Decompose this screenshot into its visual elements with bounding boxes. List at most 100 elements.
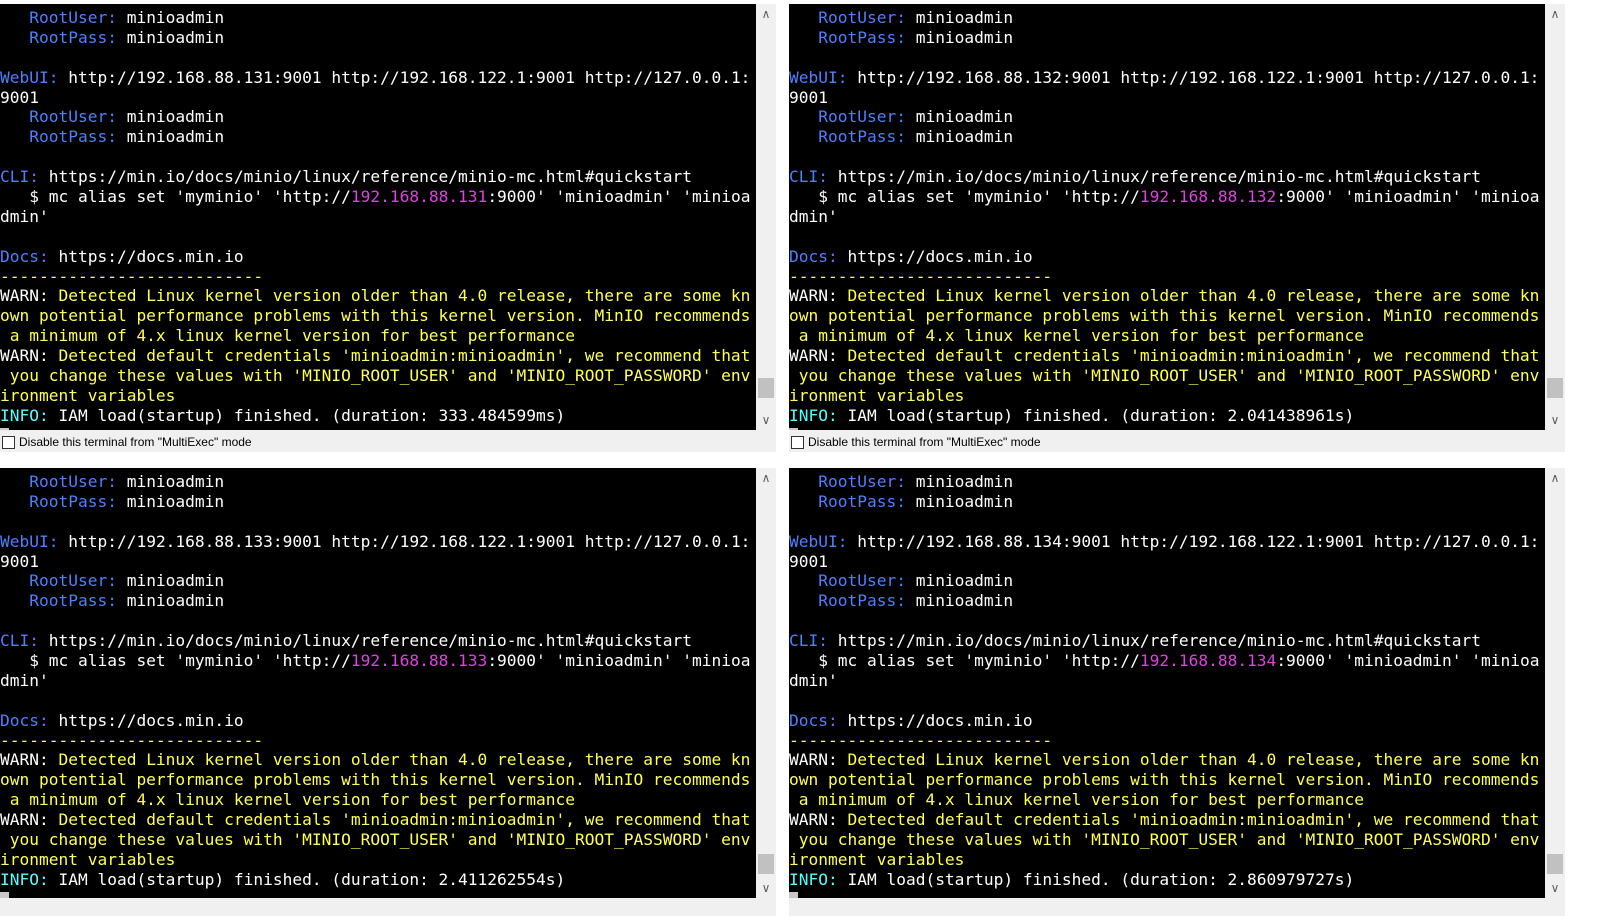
terminal-line: RootUser: minioadmin	[789, 571, 1545, 591]
field-value: http://192.168.88.133:9001 http://192.16…	[58, 531, 751, 551]
field-label: WebUI:	[0, 531, 59, 551]
terminal-scrollbar[interactable]: ∧ ∨	[756, 468, 776, 898]
terminal-line: a minimum of 4.x linux kernel version fo…	[789, 790, 1545, 810]
terminal-line: own potential performance problems with …	[789, 306, 1545, 326]
warning-text: own potential performance problems with …	[0, 306, 751, 326]
terminal-cursor	[789, 891, 798, 898]
terminal-pane-1: RootUser: minioadmin RootPass: minioadmi…	[0, 4, 776, 452]
field-label: RootPass:	[789, 27, 906, 47]
terminal-line: RootPass: minioadmin	[0, 591, 756, 611]
field-label: CLI:	[0, 167, 39, 187]
terminal-line: ironment variables	[789, 850, 1545, 870]
field-value: minioadmin	[116, 591, 225, 611]
log-level-warn: WARN:	[0, 750, 49, 770]
warning-text: a minimum of 4.x linux kernel version fo…	[789, 790, 1364, 810]
terminal-screen[interactable]: RootUser: minioadmin RootPass: minioadmi…	[0, 4, 756, 430]
terminal-line: Docs: https://docs.min.io	[789, 711, 1545, 731]
field-label: Docs:	[789, 710, 838, 730]
scroll-down-icon[interactable]: ∨	[756, 878, 776, 898]
warning-text: Detected default credentials 'minioadmin…	[837, 346, 1540, 366]
warning-text: Detected default credentials 'minioadmin…	[48, 346, 751, 366]
terminal-line: you change these values with 'MINIO_ROOT…	[0, 366, 756, 386]
multiexec-option: Disable this terminal from "MultiExec" m…	[791, 432, 1041, 452]
log-level-warn: WARN:	[0, 346, 49, 366]
terminal-screen[interactable]: RootUser: minioadmin RootPass: minioadmi…	[0, 468, 756, 898]
terminal-line: ironment variables	[0, 850, 756, 870]
terminal-line: dmin'	[0, 671, 756, 691]
log-level-info: INFO:	[0, 405, 49, 425]
warning-text: Detected Linux kernel version older than…	[837, 750, 1540, 770]
log-level-warn: WARN:	[789, 750, 838, 770]
terminal-line: dmin'	[789, 207, 1545, 227]
field-label: CLI:	[0, 631, 39, 651]
terminal-screen[interactable]: RootUser: minioadmin RootPass: minioadmi…	[789, 4, 1545, 430]
field-label: RootPass:	[0, 127, 117, 147]
scroll-down-icon[interactable]: ∨	[756, 410, 776, 430]
field-value: https://docs.min.io	[837, 710, 1033, 730]
warning-text: own potential performance problems with …	[789, 306, 1540, 326]
terminal-line: INFO: IAM load(startup) finished. (durat…	[789, 406, 1545, 426]
terminal-line: own potential performance problems with …	[789, 770, 1545, 790]
scroll-up-icon[interactable]: ∧	[1545, 4, 1565, 24]
terminal-line: RootUser: minioadmin	[789, 107, 1545, 127]
disable-multiexec-checkbox[interactable]	[2, 435, 15, 449]
terminal-scrollbar[interactable]: ∧ ∨	[756, 4, 776, 430]
warning-text: Detected Linux kernel version older than…	[48, 286, 751, 306]
field-label: RootUser:	[789, 472, 906, 491]
warning-text: ---------------------------	[789, 266, 1053, 286]
terminal-line: Docs: https://docs.min.io	[0, 247, 756, 267]
terminal-line: WARN: Detected default credentials 'mini…	[789, 346, 1545, 366]
terminal-line: ---------------------------	[0, 731, 756, 751]
disable-multiexec-label[interactable]: Disable this terminal from "MultiExec" m…	[808, 435, 1041, 449]
terminal-line: RootUser: minioadmin	[0, 107, 756, 127]
scroll-down-icon[interactable]: ∨	[1545, 878, 1565, 898]
command-ip: 192.168.88.134	[1139, 651, 1277, 671]
output-text: dmin'	[0, 670, 49, 690]
scroll-thumb[interactable]	[1547, 378, 1563, 398]
terminal-line: Docs: https://docs.min.io	[789, 247, 1545, 267]
multiexec-option: Disable this terminal from "MultiExec" m…	[2, 432, 252, 452]
terminal-line: a minimum of 4.x linux kernel version fo…	[0, 326, 756, 346]
terminal-scrollbar[interactable]: ∧ ∨	[1545, 4, 1565, 430]
warning-text: you change these values with 'MINIO_ROOT…	[0, 830, 751, 850]
scroll-up-icon[interactable]: ∧	[756, 4, 776, 24]
terminal-line: INFO: IAM load(startup) finished. (durat…	[789, 870, 1545, 890]
scroll-thumb[interactable]	[758, 854, 774, 874]
field-label: RootUser:	[0, 107, 117, 127]
field-value: https://min.io/docs/minio/linux/referenc…	[38, 631, 692, 651]
log-level-warn: WARN:	[0, 286, 49, 306]
scroll-thumb[interactable]	[1547, 854, 1563, 874]
field-label: Docs:	[789, 246, 838, 266]
scroll-thumb[interactable]	[758, 378, 774, 398]
terminal-line: dmin'	[0, 207, 756, 227]
terminal-scrollbar[interactable]: ∧ ∨	[1545, 468, 1565, 898]
scroll-up-icon[interactable]: ∧	[756, 468, 776, 488]
terminal-pane-2: RootUser: minioadmin RootPass: minioadmi…	[789, 4, 1565, 452]
disable-multiexec-checkbox[interactable]	[791, 435, 804, 449]
scroll-up-icon[interactable]: ∧	[1545, 468, 1565, 488]
field-value: https://docs.min.io	[48, 710, 244, 730]
command-ip: 192.168.88.131	[350, 187, 488, 207]
terminal-line: 9001	[789, 552, 1545, 572]
scroll-down-icon[interactable]: ∨	[1545, 410, 1565, 430]
command-text: :9000' 'minioadmin' 'minioa	[487, 651, 751, 671]
warning-text: Detected Linux kernel version older than…	[837, 286, 1540, 306]
disable-multiexec-label[interactable]: Disable this terminal from "MultiExec" m…	[19, 435, 252, 449]
warning-text: own potential performance problems with …	[0, 770, 751, 790]
field-value: minioadmin	[116, 8, 225, 27]
command-text: $ mc alias set 'myminio' 'http://	[789, 187, 1140, 207]
terminal-line: CLI: https://min.io/docs/minio/linux/ref…	[789, 631, 1545, 651]
field-label: RootPass:	[0, 591, 117, 611]
terminal-line: Docs: https://docs.min.io	[0, 711, 756, 731]
warning-text: ironment variables	[789, 849, 965, 869]
terminal-line: RootUser: minioadmin	[789, 8, 1545, 28]
terminal-screen[interactable]: RootUser: minioadmin RootPass: minioadmi…	[789, 468, 1545, 898]
warning-text: you change these values with 'MINIO_ROOT…	[0, 366, 751, 386]
terminal-line	[0, 890, 756, 898]
command-text: $ mc alias set 'myminio' 'http://	[0, 187, 351, 207]
terminal-line: WebUI: http://192.168.88.133:9001 http:/…	[0, 532, 756, 552]
